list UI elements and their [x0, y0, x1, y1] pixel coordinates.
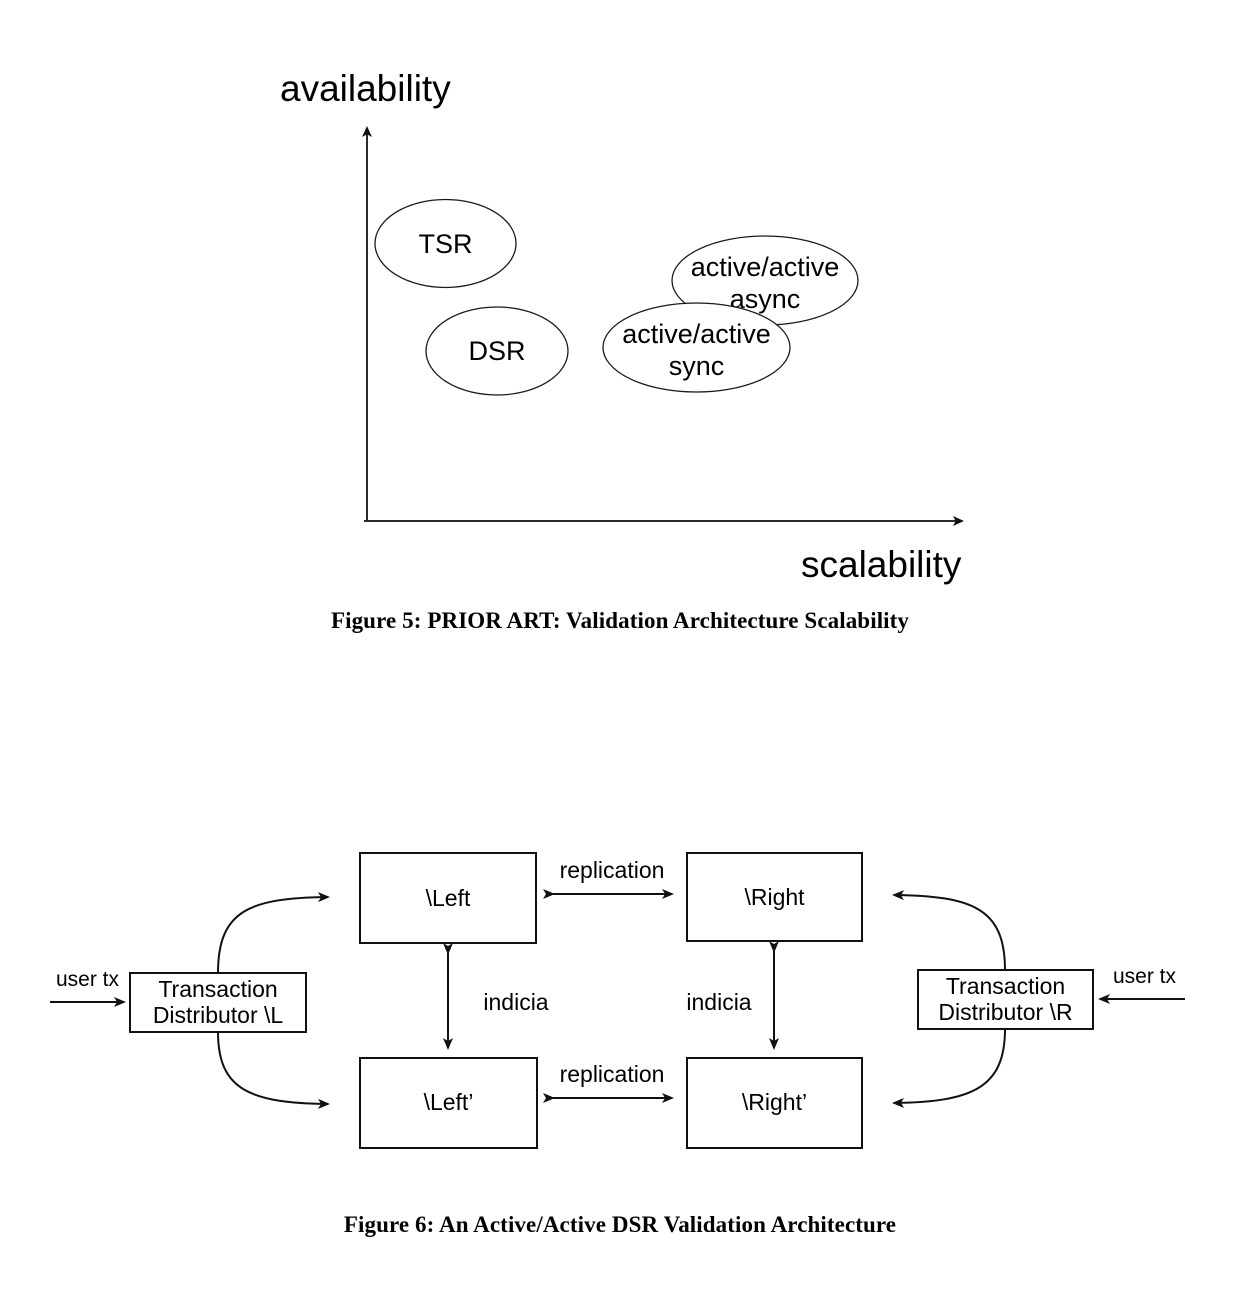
indicia-left-label: indicia [483, 989, 548, 1015]
edge-indicia-right: indicia [686, 941, 779, 1050]
node-left-prime: \Left’ [359, 1057, 538, 1149]
figure-6-diagram: \Left \Right \Left’ \Right’ Transaction … [50, 852, 1185, 1149]
node-left: \Left [359, 852, 537, 944]
node-left-label: \Left [426, 885, 471, 911]
bubble-dsr-label: DSR [468, 336, 525, 366]
edge-replication-top: replication [543, 857, 674, 899]
bubble-async-label-line1: active/active [691, 252, 840, 282]
edge-td-left-to-left-prime [217, 1031, 330, 1109]
bubble-sync-label-line2: sync [669, 351, 725, 381]
td-left-label-line2: Distributor \L [153, 1002, 284, 1028]
edge-td-right-to-right [892, 890, 1006, 971]
td-left-label-line1: Transaction [158, 976, 277, 1002]
node-right-prime: \Right’ [686, 1057, 863, 1149]
td-right-label-line1: Transaction [946, 973, 1065, 999]
figure-6-caption: Figure 6: An Active/Active DSR Validatio… [343, 1212, 897, 1237]
bubble-tsr-label: TSR [419, 229, 473, 259]
bubble-tsr: TSR [374, 198, 517, 289]
edge-replication-bottom: replication [543, 1061, 674, 1103]
td-right-label-line2: Distributor \R [938, 999, 1072, 1025]
bubble-dsr: DSR [425, 306, 569, 396]
figure-5-caption: Figure 5: PRIOR ART: Validation Architec… [330, 608, 910, 633]
edge-indicia-left: indicia [443, 943, 549, 1050]
indicia-right-label: indicia [686, 989, 751, 1015]
edge-td-right-to-right-prime [892, 1028, 1006, 1108]
node-left-prime-label: \Left’ [424, 1089, 474, 1115]
patent-figure-page: availability scalability TSR DSR active/… [0, 0, 1240, 1297]
figure-5-diagram: availability scalability TSR DSR active/… [280, 68, 964, 585]
x-axis-label: scalability [801, 544, 962, 585]
edge-user-tx-left: user tx [50, 968, 126, 1007]
y-axis-label: availability [280, 68, 451, 109]
edge-td-left-to-left [217, 892, 330, 974]
edge-user-tx-right: user tx [1098, 965, 1185, 1004]
node-transaction-distributor-right: Transaction Distributor \R [917, 969, 1094, 1030]
node-right: \Right [686, 852, 863, 942]
replication-bottom-label: replication [560, 1061, 665, 1087]
user-tx-right-label: user tx [1113, 965, 1177, 988]
bubble-active-active-sync: active/active sync [602, 302, 791, 393]
node-right-prime-label: \Right’ [742, 1089, 807, 1115]
node-transaction-distributor-left: Transaction Distributor \L [129, 972, 307, 1033]
replication-top-label: replication [560, 857, 665, 883]
node-right-label: \Right [744, 884, 805, 910]
bubble-sync-label-line1: active/active [622, 319, 771, 349]
user-tx-left-label: user tx [56, 968, 120, 991]
